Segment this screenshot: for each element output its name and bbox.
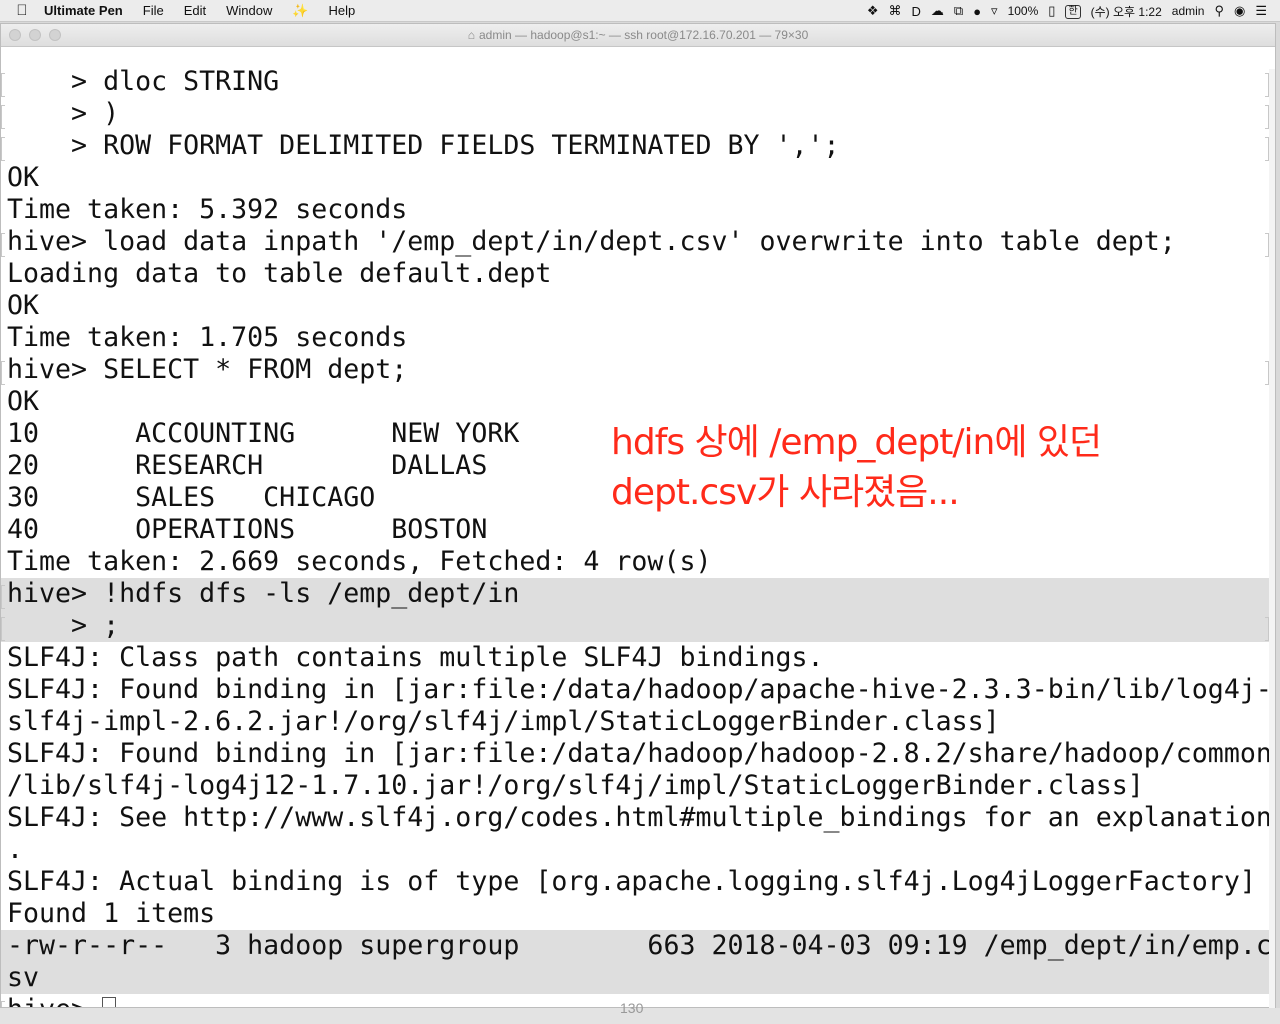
terminal-line: SLF4J: See http://www.slf4j.org/codes.ht…: [7, 802, 1269, 833]
script-icon[interactable]: ✨: [282, 3, 318, 19]
ime-badge: 한: [1065, 5, 1081, 19]
clock[interactable]: (수) 오후 1:22: [1086, 3, 1167, 20]
prompt-mark: [1, 361, 5, 385]
red-annotation: hdfs 상에 /emp_dept/in에 있던 dept.csv가 사라졌음.…: [611, 418, 1171, 518]
apple-icon[interactable]: : [0, 2, 44, 19]
terminal-line: > ): [7, 98, 120, 129]
status-area: ❖ ⌘ D ☁ ⧉ ● ▿ 100% ▯ 한 (수) 오후 1:22 admin…: [862, 0, 1272, 22]
terminal-line: OK: [7, 386, 40, 417]
battery-percent: 100%: [1007, 4, 1039, 18]
terminal-output[interactable]: > dloc STRING > ) > ROW FORMAT DELIMITED…: [1, 46, 1269, 1007]
search-icon[interactable]: ⚲: [1209, 3, 1229, 19]
terminal-line: > dloc STRING: [7, 66, 280, 97]
window-title: ⌂ admin — hadoop@s1:~ — ssh root@172.16.7…: [468, 28, 809, 42]
windows-icon[interactable]: ⧉: [949, 3, 968, 19]
siri-icon[interactable]: ◉: [1229, 3, 1250, 19]
prompt-mark: [1, 137, 5, 161]
terminal-line: /lib/slf4j-log4j12-1.7.10.jar!/org/slf4j…: [7, 770, 1144, 801]
menu-file[interactable]: File: [133, 3, 174, 18]
terminal-line: hive> load data inpath '/emp_dept/in/dep…: [7, 226, 1176, 257]
notification-center-icon[interactable]: ☰: [1250, 3, 1272, 19]
terminal-line: OK: [7, 162, 40, 193]
annotation-line-1: hdfs 상에 /emp_dept/in에 있던: [611, 422, 1102, 463]
terminal-line: Time taken: 1.705 seconds: [7, 322, 408, 353]
battery-icon[interactable]: ▯: [1043, 3, 1060, 19]
terminal-line: 40 OPERATIONS BOSTON: [7, 514, 488, 545]
close-button[interactable]: [9, 29, 21, 41]
menu-app-name[interactable]: Ultimate Pen: [44, 3, 133, 18]
prompt-mark: [1, 73, 5, 97]
prompt-mark: [1, 585, 5, 609]
terminal-line: OK: [7, 290, 40, 321]
terminal-line: > ROW FORMAT DELIMITED FIELDS TERMINATED…: [7, 130, 840, 161]
scrollbar[interactable]: [1269, 69, 1275, 1009]
background-window-text: 130: [620, 1000, 644, 1016]
menu-edit[interactable]: Edit: [174, 3, 216, 18]
terminal-line: sv: [7, 962, 40, 993]
user-name[interactable]: admin: [1167, 4, 1210, 18]
terminal-line: 20 RESEARCH DALLAS: [7, 450, 488, 481]
terminal-line: SLF4J: Found binding in [jar:file:/data/…: [7, 674, 1269, 705]
terminal-line: SLF4J: Class path contains multiple SLF4…: [7, 642, 824, 673]
cloud-icon[interactable]: ☁: [926, 3, 949, 19]
terminal-line: .: [7, 834, 24, 865]
wifi-icon[interactable]: ▿: [986, 3, 1003, 19]
terminal-line: hive> !hdfs dfs -ls /emp_dept/in: [7, 578, 520, 609]
terminal-line: -rw-r--r-- 3 hadoop supergroup 663 2018-…: [7, 930, 1269, 961]
terminal-line: Time taken: 5.392 seconds: [7, 194, 408, 225]
terminal-line: SLF4J: Actual binding is of type [org.ap…: [7, 866, 1256, 897]
zoom-button[interactable]: [49, 29, 61, 41]
annotation-line-2: dept.csv가 사라졌음...: [611, 472, 960, 513]
terminal-prompt[interactable]: hive>: [7, 994, 103, 1007]
prompt-mark: [1, 617, 5, 641]
terminal-line: 10 ACCOUNTING NEW YORK: [7, 418, 520, 449]
terminal-line: Time taken: 2.669 seconds, Fetched: 4 ro…: [7, 546, 712, 577]
d-app-icon[interactable]: D: [907, 4, 926, 19]
terminal-line: > ;: [7, 610, 120, 641]
text-cursor: [102, 997, 116, 1007]
terminal-line: slf4j-impl-2.6.2.jar!/org/slf4j/impl/Sta…: [7, 706, 1000, 737]
prompt-mark: [1, 105, 5, 129]
prompt-mark: [1, 233, 5, 257]
home-icon: ⌂: [467, 28, 475, 42]
menu-window[interactable]: Window: [216, 3, 282, 18]
prompt-mark: [1, 1001, 5, 1007]
terminal-line: 30 SALES CHICAGO: [7, 482, 376, 513]
terminal-window: ⌂ admin — hadoop@s1:~ — ssh root@172.16.7…: [0, 23, 1276, 1009]
input-method[interactable]: 한: [1060, 3, 1085, 19]
dropbox-icon[interactable]: ❖: [862, 3, 884, 19]
command-icon[interactable]: ⌘: [884, 3, 907, 19]
terminal-line: SLF4J: Found binding in [jar:file:/data/…: [7, 738, 1269, 769]
notification-icon[interactable]: ●: [968, 4, 986, 19]
terminal-line: Loading data to table default.dept: [7, 258, 552, 289]
title-bar[interactable]: ⌂ admin — hadoop@s1:~ — ssh root@172.16.7…: [1, 24, 1275, 47]
terminal-line: hive> SELECT * FROM dept;: [7, 354, 408, 385]
window-title-text: admin — hadoop@s1:~ — ssh root@172.16.70…: [479, 28, 809, 42]
menu-help[interactable]: Help: [319, 3, 366, 18]
menu-bar:  Ultimate Pen File Edit Window ✨ Help ❖…: [0, 0, 1280, 22]
minimize-button[interactable]: [29, 29, 41, 41]
terminal-line: Found 1 items: [7, 898, 216, 929]
